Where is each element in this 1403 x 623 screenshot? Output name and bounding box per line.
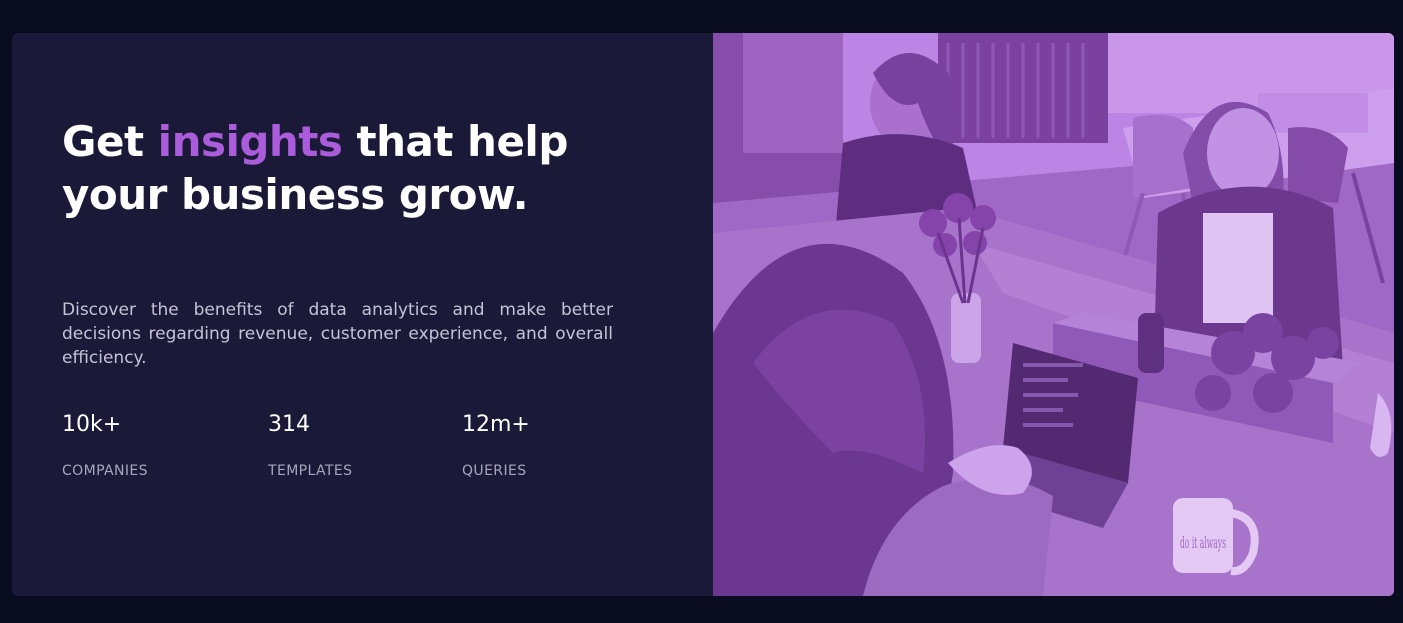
- office-photo-illustration: do it always: [713, 33, 1394, 596]
- stat-label: TEMPLATES: [268, 463, 353, 479]
- stat-value: 10k+: [62, 412, 122, 437]
- stat-templates: 314 TEMPLATES: [268, 411, 352, 480]
- stat-value: 12m+: [462, 412, 530, 437]
- stat-queries: 12m+ QUERIES: [462, 411, 530, 480]
- stat-label: QUERIES: [462, 463, 527, 479]
- description: Discover the benefits of data analytics …: [62, 300, 613, 368]
- stat-companies: 10k+ COMPANIES: [62, 411, 148, 480]
- stats-preview-card: Get insights that help your business gro…: [12, 33, 1394, 596]
- office-photo: do it always: [713, 33, 1394, 596]
- stat-label: COMPANIES: [62, 463, 148, 479]
- headline: Get insights that help your business gro…: [62, 115, 622, 221]
- headline-start: Get: [62, 117, 158, 166]
- stat-value: 314: [268, 412, 310, 437]
- card-text-panel: Get insights that help your business gro…: [12, 33, 713, 596]
- headline-accent-word: insights: [157, 117, 343, 166]
